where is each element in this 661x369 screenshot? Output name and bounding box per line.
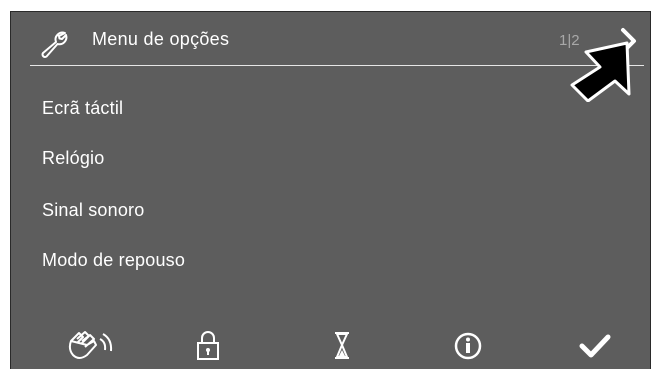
menu-title: Menu de opções [92, 29, 230, 49]
header-divider [30, 65, 644, 66]
menu-item-clock[interactable]: Relógio [42, 148, 104, 169]
wrench-icon [41, 31, 68, 58]
hand-wave-icon[interactable] [65, 329, 121, 361]
menu-item-sleep-mode[interactable]: Modo de repouso [42, 250, 185, 271]
lock-icon[interactable] [195, 329, 221, 361]
info-icon[interactable] [453, 329, 483, 361]
hourglass-icon[interactable] [333, 329, 351, 361]
checkmark-icon[interactable] [579, 329, 611, 361]
menu-item-touchscreen[interactable]: Ecrã táctil [42, 98, 123, 119]
pointer-arrow-icon [570, 41, 631, 102]
header-bar: Menu de opções 1|2 [11, 12, 650, 66]
menu-item-sound-signal[interactable]: Sinal sonoro [42, 200, 144, 221]
touch-screen: Menu de opções 1|2 Ecrã táctil Relógio S… [10, 11, 651, 369]
